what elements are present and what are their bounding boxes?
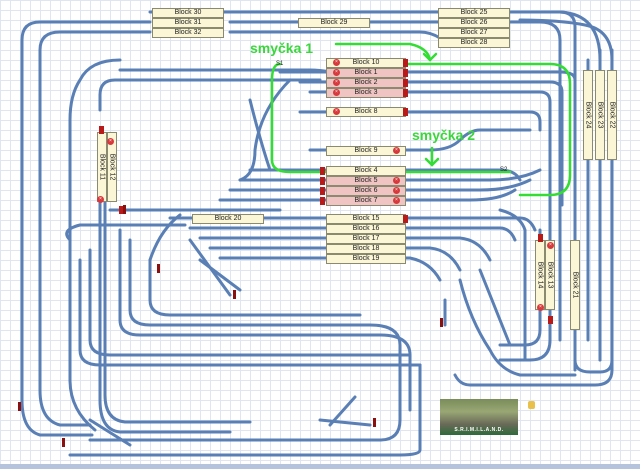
block-21-label: Block 21 bbox=[571, 271, 579, 299]
track-b1 bbox=[278, 70, 577, 82]
signal-b7[interactable] bbox=[320, 197, 325, 205]
track-right-ring bbox=[558, 10, 602, 362]
signal-b10[interactable] bbox=[403, 59, 408, 67]
buffer-stop bbox=[440, 318, 443, 327]
logo-text: S.R.I.M.I.L.A.N.D. bbox=[454, 427, 504, 433]
layout-canvas[interactable]: Block 30 Block 31 Block 32 Block 29 Bloc… bbox=[0, 0, 640, 469]
block-9-status-icon: × bbox=[393, 147, 400, 154]
block-12-label: Block 12 bbox=[108, 153, 116, 181]
block-29[interactable]: Block 29 bbox=[298, 18, 370, 28]
block-16[interactable]: Block 16 bbox=[326, 224, 406, 234]
block-13[interactable]: Block 13 bbox=[545, 240, 555, 310]
block-13-label: Block 13 bbox=[546, 261, 554, 289]
buffer-stop bbox=[62, 438, 65, 447]
block-12-status-icon: × bbox=[107, 138, 114, 145]
block-8-status-icon: × bbox=[333, 108, 340, 115]
similand-logo: S.R.I.M.I.L.A.N.D. bbox=[440, 399, 518, 435]
block-23-label: Block 23 bbox=[596, 101, 604, 129]
block-32[interactable]: Block 32 bbox=[152, 28, 224, 38]
block-25[interactable]: Block 25 bbox=[438, 8, 510, 18]
signal-b13[interactable] bbox=[538, 234, 543, 242]
block-10-status-icon: × bbox=[333, 59, 340, 66]
track-b14 bbox=[498, 228, 542, 347]
block-14[interactable]: Block 14 bbox=[535, 240, 545, 310]
block-2-status-icon: × bbox=[333, 79, 340, 86]
block-30[interactable]: Block 30 bbox=[152, 8, 224, 18]
block-24-label: Block 24 bbox=[584, 101, 592, 129]
status-bar bbox=[0, 464, 640, 469]
block-17[interactable]: Block 17 bbox=[326, 234, 406, 244]
block-11[interactable]: Block 11 bbox=[97, 132, 107, 202]
loop-1-label: smyčka 1 bbox=[250, 40, 314, 56]
block-15[interactable]: Block 15 bbox=[326, 214, 406, 224]
signal-b6[interactable] bbox=[320, 187, 325, 195]
block-19[interactable]: Block 19 bbox=[326, 254, 406, 264]
block-7-status-icon: × bbox=[393, 197, 400, 204]
section-s2-label: S2 bbox=[500, 167, 508, 173]
buffer-stop bbox=[157, 264, 160, 273]
track-top-2 bbox=[228, 30, 442, 40]
signal-b14[interactable] bbox=[548, 316, 553, 324]
buffer-stop bbox=[233, 290, 236, 299]
block-18[interactable]: Block 18 bbox=[326, 244, 406, 254]
block-5-status-icon: × bbox=[393, 177, 400, 184]
block-6-status-icon: × bbox=[393, 187, 400, 194]
signal-b8[interactable] bbox=[403, 108, 408, 116]
buffer-stop bbox=[373, 418, 376, 427]
signal-b2[interactable] bbox=[403, 79, 408, 87]
signal-b4[interactable] bbox=[320, 167, 325, 175]
block-22-label: Block 22 bbox=[608, 101, 616, 129]
block-14-label: Block 14 bbox=[536, 261, 544, 289]
block-11-status-icon: × bbox=[97, 196, 104, 203]
block-28[interactable]: Block 28 bbox=[438, 38, 510, 48]
buffer-stop bbox=[18, 402, 21, 411]
block-27[interactable]: Block 27 bbox=[438, 28, 510, 38]
signal-b15[interactable] bbox=[403, 215, 408, 223]
block-14-status-icon: × bbox=[537, 304, 544, 311]
loop-2-label: smyčka 2 bbox=[412, 127, 476, 143]
buffer-stop bbox=[123, 205, 126, 214]
block-22[interactable]: Block 22 bbox=[607, 70, 617, 160]
block-1-status-icon: × bbox=[333, 69, 340, 76]
database-icon[interactable] bbox=[528, 401, 535, 409]
block-13-status-icon: × bbox=[547, 242, 554, 249]
signal-b11[interactable] bbox=[99, 126, 104, 134]
block-3-status-icon: × bbox=[333, 89, 340, 96]
block-31[interactable]: Block 31 bbox=[152, 18, 224, 28]
block-4[interactable]: Block 4 bbox=[326, 166, 406, 176]
signal-b5[interactable] bbox=[320, 177, 325, 185]
block-20[interactable]: Block 20 bbox=[192, 214, 264, 224]
block-23[interactable]: Block 23 bbox=[595, 70, 605, 160]
track-plan bbox=[20, 10, 614, 457]
block-21[interactable]: Block 21 bbox=[570, 240, 580, 330]
block-26[interactable]: Block 26 bbox=[438, 18, 510, 28]
signal-b1[interactable] bbox=[403, 69, 408, 77]
signal-b3[interactable] bbox=[403, 89, 408, 97]
block-11-label: Block 11 bbox=[98, 153, 106, 181]
block-24[interactable]: Block 24 bbox=[583, 70, 593, 160]
section-s1-label: S1 bbox=[276, 61, 284, 67]
